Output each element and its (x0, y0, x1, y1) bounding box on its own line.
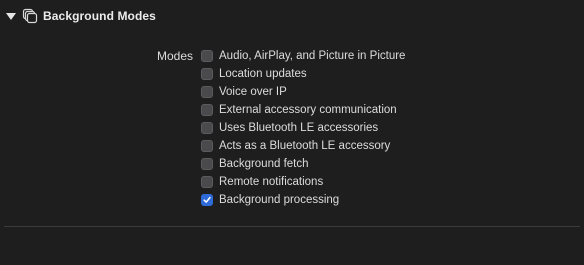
layered-squares-icon (22, 8, 38, 24)
capability-pane: Background Modes Modes Audio, AirPlay, a… (0, 0, 584, 265)
option-location-updates[interactable]: Location updates (201, 65, 405, 83)
checkbox[interactable] (201, 194, 213, 206)
option-voice-over-ip[interactable]: Voice over IP (201, 83, 405, 101)
section-divider (4, 226, 580, 227)
option-remote-notifications[interactable]: Remote notifications (201, 173, 405, 191)
modes-option-list: Audio, AirPlay, and Picture in Picture L… (201, 47, 405, 209)
option-label: Audio, AirPlay, and Picture in Picture (219, 50, 406, 62)
option-label: External accessory communication (219, 104, 397, 116)
checkbox[interactable] (201, 122, 213, 134)
checkbox[interactable] (201, 86, 213, 98)
checkbox[interactable] (201, 158, 213, 170)
option-audio-airplay-pip[interactable]: Audio, AirPlay, and Picture in Picture (201, 47, 405, 65)
option-uses-bluetooth-le[interactable]: Uses Bluetooth LE accessories (201, 119, 405, 137)
checkbox[interactable] (201, 104, 213, 116)
disclosure-triangle-icon[interactable] (6, 13, 16, 20)
checkbox[interactable] (201, 68, 213, 80)
option-label: Background fetch (219, 158, 309, 170)
option-background-processing[interactable]: Background processing (201, 191, 405, 209)
option-label: Location updates (219, 68, 307, 80)
checkbox[interactable] (201, 50, 213, 62)
section-header[interactable]: Background Modes (6, 8, 156, 24)
option-label: Acts as a Bluetooth LE accessory (219, 140, 391, 152)
option-external-accessory[interactable]: External accessory communication (201, 101, 405, 119)
option-label: Background processing (219, 194, 340, 206)
checkbox[interactable] (201, 140, 213, 152)
option-label: Uses Bluetooth LE accessories (219, 122, 379, 134)
modes-label: Modes (156, 49, 193, 63)
option-background-fetch[interactable]: Background fetch (201, 155, 405, 173)
checkmark-icon (203, 196, 211, 203)
option-label: Remote notifications (219, 176, 324, 188)
option-label: Voice over IP (219, 86, 287, 98)
section-title: Background Modes (43, 9, 156, 23)
option-acts-as-bluetooth-le[interactable]: Acts as a Bluetooth LE accessory (201, 137, 405, 155)
checkbox[interactable] (201, 176, 213, 188)
